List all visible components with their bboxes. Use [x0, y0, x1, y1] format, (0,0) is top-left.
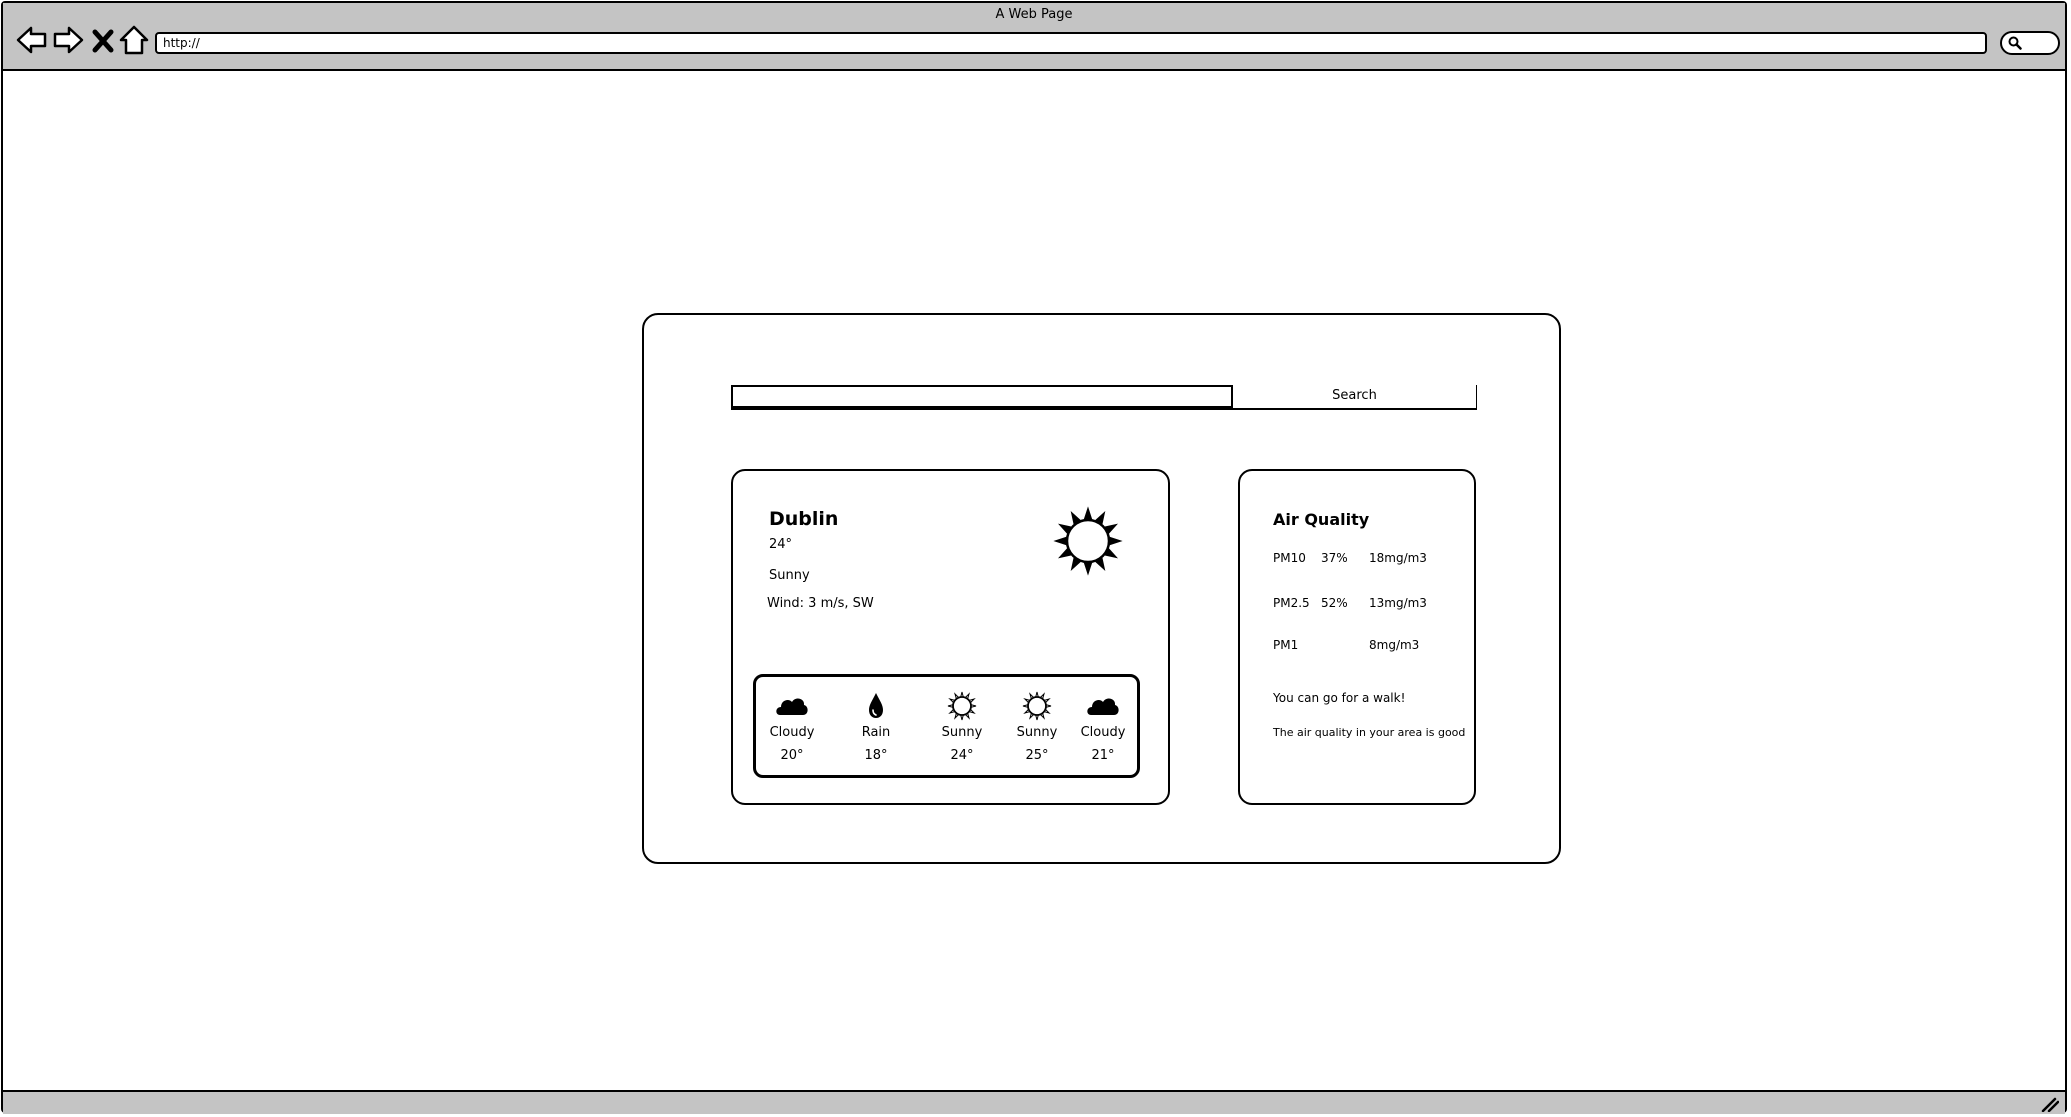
address-bar[interactable]: http:// — [155, 32, 1987, 54]
browser-toolbar: A Web Page http:// — [3, 3, 2065, 71]
forecast-day: Rain 18° — [840, 691, 912, 763]
current-condition: Sunny — [769, 568, 810, 583]
forecast-label: Sunny — [941, 725, 983, 740]
arrow-left-icon — [16, 26, 47, 54]
air-quality-advice: You can go for a walk! — [1273, 691, 1406, 705]
air-quality-card: Air Quality PM10 37% 18mg/m3 PM2.5 52% 1… — [1238, 469, 1476, 805]
sun-icon — [947, 691, 977, 721]
pollutant-name: PM10 — [1273, 551, 1306, 565]
pollutant-percent: 37% — [1321, 551, 1348, 565]
search-button[interactable]: Search — [1231, 385, 1476, 408]
cloud-icon — [776, 698, 808, 715]
raindrop-icon — [869, 693, 883, 718]
forecast-temp: 18° — [864, 748, 888, 763]
cloud-icon — [1087, 698, 1119, 715]
stop-button[interactable] — [89, 23, 117, 57]
city-search-bar: Search — [731, 385, 1477, 410]
pollutant-percent: 52% — [1321, 596, 1348, 610]
home-button[interactable] — [117, 23, 151, 57]
search-icon — [2008, 36, 2022, 50]
forecast-label: Rain — [861, 725, 891, 740]
pollutant-value: 13mg/m3 — [1369, 596, 1427, 610]
air-quality-title: Air Quality — [1273, 510, 1370, 529]
city-name: Dublin — [769, 508, 839, 530]
forecast-day: Sunny 25° — [1001, 691, 1073, 763]
pollutant-name: PM1 — [1273, 638, 1299, 652]
status-bar — [3, 1090, 2065, 1114]
forward-button[interactable] — [51, 23, 85, 57]
sun-icon — [1022, 691, 1052, 721]
pollutant-value: 8mg/m3 — [1369, 638, 1420, 652]
back-button[interactable] — [15, 23, 49, 57]
pollutant-value: 18mg/m3 — [1369, 551, 1427, 565]
forecast-label: Cloudy — [1080, 725, 1126, 740]
browser-search-button[interactable] — [2000, 31, 2060, 55]
city-search-input[interactable] — [733, 387, 1231, 406]
pollutant-name: PM2.5 — [1273, 596, 1310, 610]
resize-grip-icon[interactable] — [2041, 1096, 2059, 1112]
wind-info: Wind: 3 m/s, SW — [767, 596, 874, 611]
forecast-temp: 25° — [1025, 748, 1049, 763]
window-title: A Web Page — [995, 7, 1073, 22]
forecast-temp: 20° — [780, 748, 804, 763]
arrow-right-icon — [53, 26, 84, 54]
forecast-day: Cloudy 21° — [1067, 691, 1139, 763]
current-temperature: 24° — [769, 537, 793, 552]
forecast-day: Sunny 24° — [926, 691, 998, 763]
weather-card: Dublin 24° Sunny Wind: 3 m/s, SW Cloudy … — [731, 469, 1170, 805]
close-icon — [92, 29, 114, 53]
forecast-temp: 21° — [1091, 748, 1115, 763]
home-icon — [119, 25, 149, 55]
forecast-day: Cloudy 20° — [756, 691, 828, 763]
forecast-label: Sunny — [1016, 725, 1058, 740]
forecast-label: Cloudy — [769, 725, 815, 740]
sun-icon — [1053, 506, 1123, 576]
forecast-temp: 24° — [950, 748, 974, 763]
forecast-panel: Cloudy 20° Rain 18° Sunny 24° Sunny 25° … — [753, 674, 1140, 778]
air-quality-summary: The air quality in your area is good — [1273, 726, 1466, 739]
